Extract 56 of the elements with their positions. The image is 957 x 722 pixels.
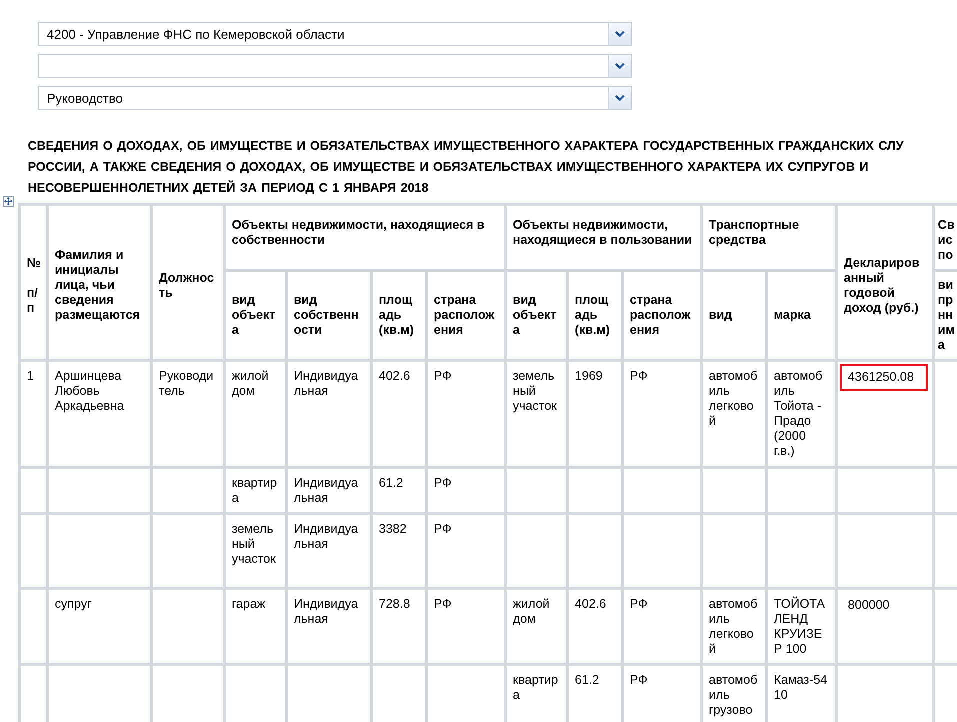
table-cell: жилой дом (506, 588, 568, 664)
table-cell: РФ (426, 514, 506, 588)
table-cell: Индивидуальная (286, 468, 372, 514)
table-cell: земельный участок (224, 514, 286, 588)
dropdown-field[interactable]: Руководство (38, 86, 632, 110)
table-cell: Индивидуальная (286, 588, 372, 664)
table-cell: гараж (224, 588, 286, 664)
table-cell: 3382 (372, 514, 426, 588)
column-header: вид собственности (286, 270, 372, 360)
table-cell: автомобиль легковой (702, 588, 767, 664)
column-group-header: Св ис по (934, 204, 957, 270)
chevron-down-icon[interactable] (608, 23, 631, 45)
table-cell: 1 (20, 360, 48, 468)
table-cell: автомобиль Тойота - Прадо (2000 г.в.) (766, 360, 837, 468)
table-cell: РФ (622, 360, 702, 468)
table-cell: 1969 (568, 360, 623, 468)
column-header: вид (702, 270, 767, 360)
column-header: Декларированный годовой доход (руб.) (836, 204, 934, 360)
dropdown-field[interactable] (38, 54, 632, 78)
column-group-header: Объекты недвижимости, находящиеся в собственности (224, 204, 506, 270)
table-cell-text: 800000 (847, 597, 891, 614)
column-header: вид объекта (506, 270, 568, 360)
table-cell: жилой дом (224, 360, 286, 468)
table-cell: квартира (224, 468, 286, 514)
table-cell: Индивидуальная (286, 360, 372, 468)
table-cell: 61.2 (372, 468, 426, 514)
column-header: № п/п (20, 204, 48, 360)
column-header: вид объекта (224, 270, 286, 360)
table-cell: РФ (426, 588, 506, 664)
column-group-header: Объекты недвижимости, находящиеся в пользовании (506, 204, 702, 270)
column-header: страна расположения (622, 270, 702, 360)
table-cell: 402.6 (372, 360, 426, 468)
table-cell: автомобиль легковой (702, 360, 767, 468)
table-cell: 4361250.08 (840, 364, 928, 391)
column-header: площадь (кв.м) (568, 270, 623, 360)
table-cell: РФ (426, 468, 506, 514)
table-cell: ТОЙОТА ЛЕНД КРУИЗЕР 100 (766, 588, 837, 664)
table-cell: РФ (622, 588, 702, 664)
column-header: площадь (кв.м) (372, 270, 426, 360)
dropdown-field[interactable]: 4200 - Управление ФНС по Кемеровской области (38, 22, 632, 46)
table-cell: РФ (426, 360, 506, 468)
table-cell: 728.8 (372, 588, 426, 664)
chevron-down-icon[interactable] (608, 55, 631, 77)
table-cell: Руководитель (152, 360, 224, 468)
table-move-handle-icon[interactable] (3, 196, 14, 207)
table-cell: Аршинцева Любовь Аркадьевна (48, 360, 152, 468)
table-cell: земельный участок (506, 360, 568, 468)
report-title: СВЕДЕНИЯ О ДОХОДАХ, ОБ ИМУЩЕСТВЕ И ОБЯЗАТЕЛЬСТВАХ ИМУЩЕСТВЕННОГО ХАРАКТЕРА ГОСУДАРСТВЕННЫХ ГРАЖДАНСКИХ СЛУ РОССИИ, А ТАКЖЕ СВЕДЕНИЯ О ДОХОДАХ, ОБ ИМУЩЕСТВЕ И ОБЯЗАТЕЛЬСТВАХ ИМУЩЕСТВЕННОГО ХАРАКТЕРА ИХ СУПРУГОВ И НЕСОВЕРШЕННОЛЕТНИХ ДЕТЕЙ ЗА ПЕРИОД С 1 ЯНВАРЯ 2018 (28, 138, 905, 197)
table-cell: Индивидуальная (286, 514, 372, 588)
column-header: страна расположения (426, 270, 506, 360)
chevron-down-icon[interactable] (608, 87, 631, 109)
column-header: Фамилия и инициалы лица, чьи сведения размещаются (48, 204, 152, 360)
column-group-header: Транспортные средства (702, 204, 837, 270)
column-header: Должность (152, 204, 224, 360)
table-cell: супруг (48, 588, 152, 664)
table-cell: 402.6 (568, 588, 623, 664)
